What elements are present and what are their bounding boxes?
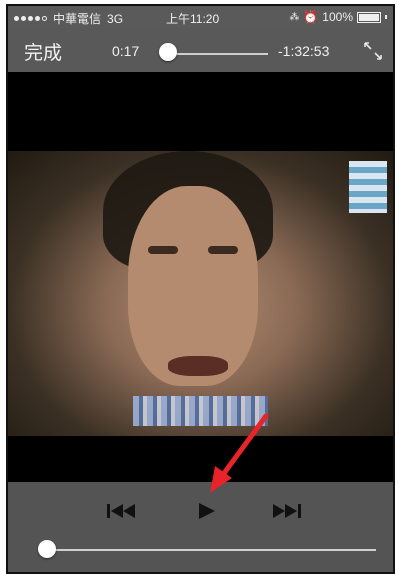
battery-percent: 100% — [322, 10, 353, 24]
status-time: 上午11:20 — [166, 12, 220, 26]
subtitle-text-pixelated — [133, 396, 268, 426]
next-track-icon — [273, 504, 301, 518]
previous-track-icon — [107, 504, 135, 518]
activity-icon: ⁂ — [289, 11, 300, 23]
video-player-frame: 中華電信 3G 上午11:20 ⁂ ⏰ 100% 完成 0:17 -1:32:5… — [6, 4, 395, 574]
video-eye-left — [148, 246, 178, 254]
progress-scrubber-track[interactable] — [166, 53, 268, 55]
video-eye-right — [208, 246, 238, 254]
volume-slider-track[interactable] — [46, 549, 376, 551]
playback-controls — [8, 482, 393, 572]
expand-icon[interactable] — [363, 41, 383, 61]
video-frame[interactable] — [8, 151, 393, 436]
player-top-bar: 完成 0:17 -1:32:53 — [8, 28, 393, 72]
volume-slider-knob[interactable] — [38, 540, 56, 558]
status-right: ⁂ ⏰ 100% — [289, 10, 387, 24]
status-left: 中華電信 3G — [14, 10, 123, 27]
play-icon — [199, 503, 215, 519]
elapsed-time: 0:17 — [112, 43, 140, 59]
status-bar: 中華電信 3G 上午11:20 ⁂ ⏰ 100% — [8, 6, 393, 28]
previous-track-button[interactable] — [101, 496, 141, 526]
next-track-button[interactable] — [267, 496, 307, 526]
carrier-name: 中華電信 — [53, 12, 102, 26]
video-mouth — [168, 356, 228, 376]
remaining-time: -1:32:53 — [278, 43, 330, 59]
done-button[interactable]: 完成 — [24, 38, 62, 65]
network-type: 3G — [107, 11, 124, 26]
progress-scrubber-knob[interactable] — [159, 43, 177, 61]
alarm-icon: ⏰ — [303, 10, 319, 24]
battery-tip — [385, 15, 387, 19]
play-button[interactable] — [186, 496, 226, 526]
battery-icon — [357, 11, 381, 23]
signal-strength-icon — [14, 16, 47, 21]
channel-logo — [349, 161, 387, 213]
